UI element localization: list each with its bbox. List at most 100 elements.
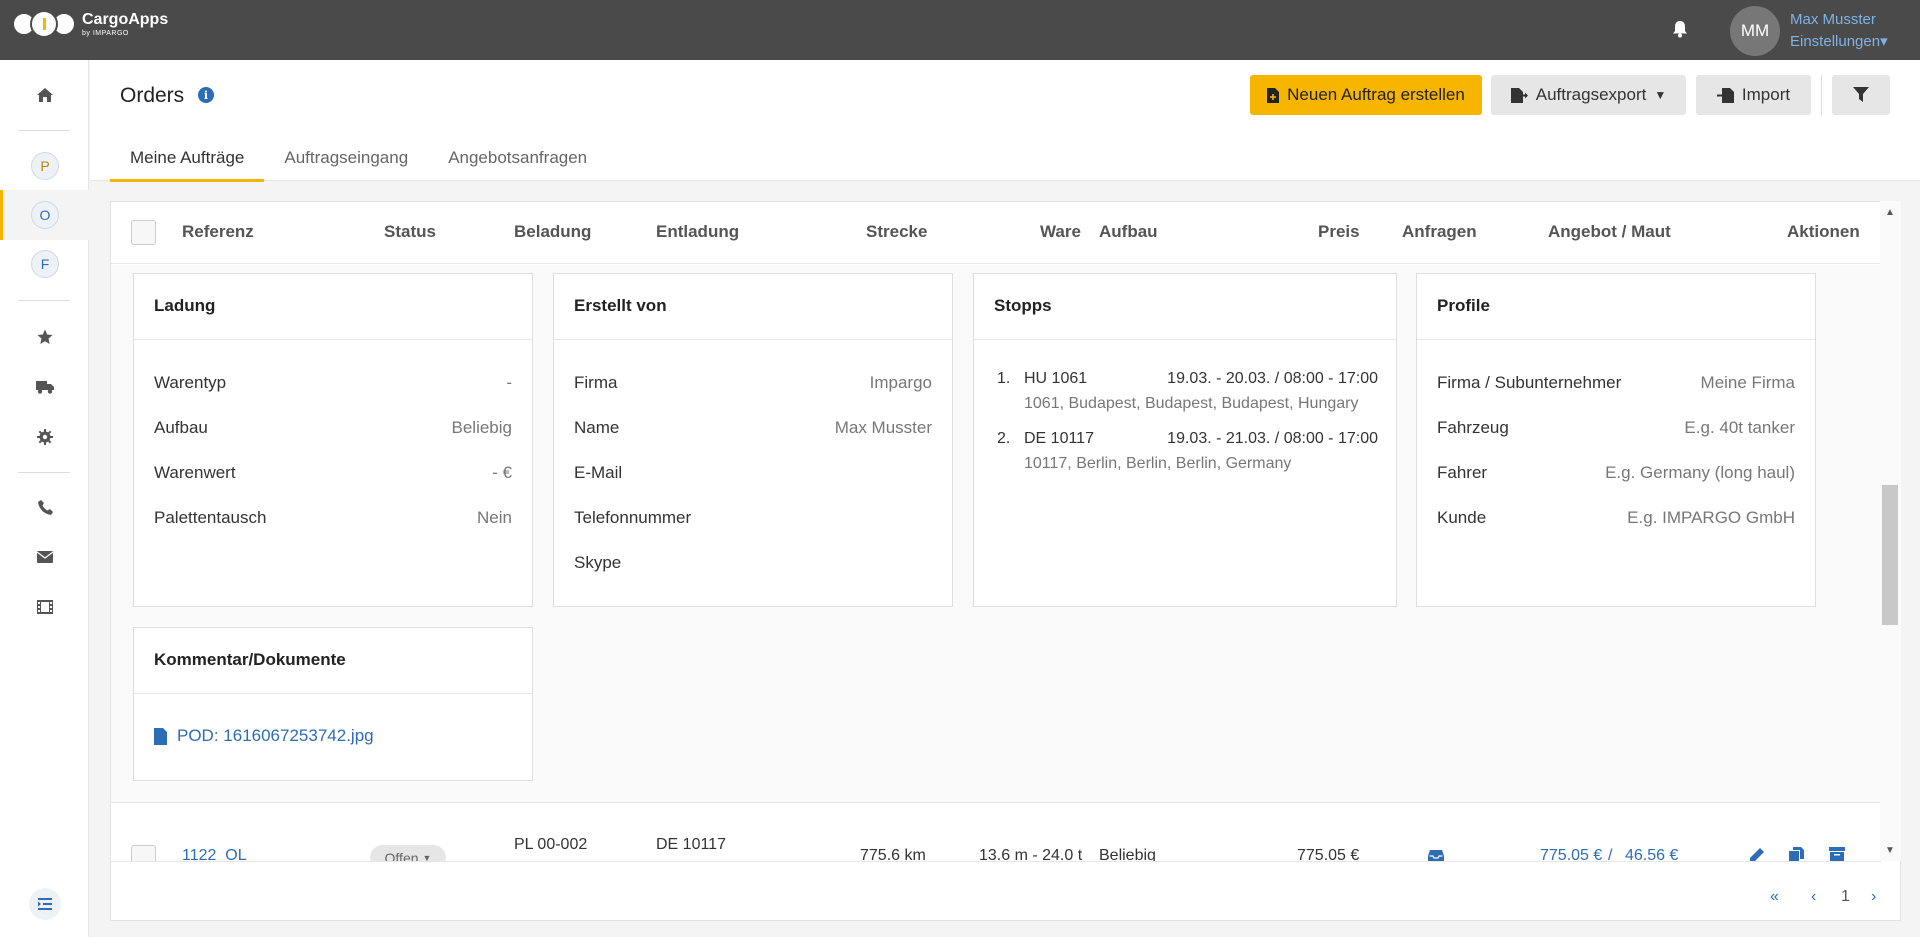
field-label: Skype [574,553,622,572]
collapse-sidebar-button[interactable] [29,888,61,920]
sidebar-item-f[interactable]: F [31,250,59,278]
sidebar-divider [18,300,70,301]
sidebar-item-o[interactable]: O [31,201,59,229]
select-all-checkbox[interactable] [131,220,156,245]
ladung-panel: Ladung Warentyp - Aufbau Beliebig Warenw… [133,273,533,607]
row-aufbau: Beliebig [1099,847,1156,862]
avatar[interactable]: MM [1730,6,1780,56]
column-header-preis[interactable]: Preis [1318,222,1360,242]
gear-icon[interactable] [36,428,54,446]
truck-icon[interactable] [36,378,54,396]
export-button[interactable]: Auftragsexport ▼ [1491,75,1686,115]
envelope-icon[interactable] [36,548,54,566]
film-icon[interactable] [36,598,54,616]
sidebar-item-p[interactable]: P [31,152,59,180]
phone-icon[interactable] [36,498,54,516]
panel-title: Kommentar/Dokumente [154,650,346,669]
field-value[interactable]: Meine Firma [1701,373,1795,393]
orders-table: Referenz Status Beladung Entladung Strec… [110,201,1901,921]
column-header-anfragen[interactable]: Anfragen [1402,222,1477,242]
column-header-angebot-maut[interactable]: Angebot / Maut [1548,222,1671,242]
app-name: CargoApps [82,10,169,28]
column-header-ware[interactable]: Ware [1040,222,1081,242]
field-label: Firma / Subunternehmer [1437,373,1622,392]
chevron-down-icon: ▼ [422,853,432,862]
field-value: Beliebig [451,418,513,437]
field-label: Telefonnummer [574,508,692,527]
info-icon[interactable]: i [198,87,214,103]
toolbar-divider [1821,75,1822,115]
caret-down-icon: ▾ [1880,33,1888,50]
edit-icon[interactable] [1749,847,1765,862]
status-dropdown[interactable]: Offen ▼ [370,845,446,862]
prev-page-button[interactable]: ‹ [1811,888,1816,906]
copy-icon[interactable] [1789,847,1804,862]
import-button[interactable]: Import [1696,75,1811,115]
document-name: POD: 1616067253742.jpg [177,726,374,745]
field-label: E-Mail [574,463,623,482]
filter-icon [1853,87,1869,102]
archive-icon[interactable] [1829,847,1845,862]
export-label: Auftragsexport [1535,85,1647,104]
row-beladung: PL 00-002 [514,836,588,853]
order-reference[interactable]: 1122_OL [182,847,247,861]
stop-time: 19.03. - 21.03. / 08:00 - 17:00 [1167,430,1378,447]
field-value: - € [492,463,512,482]
document-link[interactable]: POD: 1616067253742.jpg [154,726,374,746]
column-header-status[interactable]: Status [384,222,436,242]
chevron-down-icon: ▼ [1654,88,1667,102]
column-header-referenz[interactable]: Referenz [182,222,254,242]
field-label: Kunde [1437,508,1487,527]
inbox-icon[interactable] [1428,850,1444,862]
star-icon[interactable] [36,328,54,346]
field-value[interactable]: E.g. 40t tanker [1684,418,1795,438]
home-icon[interactable] [36,86,54,104]
filter-button[interactable] [1832,75,1890,115]
row-angebot[interactable]: 775.05 € [1540,847,1602,861]
field-value[interactable]: E.g. IMPARGO GmbH [1627,508,1795,528]
profile-panel: Profile Firma / Subunternehmer Meine Fir… [1416,273,1816,607]
tab-auftragseingang[interactable]: Auftragseingang [264,142,428,182]
tab-meine-auftraege[interactable]: Meine Aufträge [110,142,265,182]
first-page-button[interactable]: « [1770,888,1779,906]
file-import-icon [1716,87,1734,103]
row-checkbox[interactable] [131,845,156,861]
stop-number: 2. [997,430,1011,447]
scroll-down-arrow[interactable]: ▼ [1885,845,1895,856]
bell-icon[interactable] [1672,20,1688,38]
field-label: Fahrzeug [1437,418,1509,437]
field-label: Warentyp [154,373,227,392]
table-row[interactable]: 1122_OL Offen ▼ PL 00-002 DE 10117 775.6 … [111,804,1881,862]
import-label: Import [1741,85,1791,104]
scroll-up-arrow[interactable]: ▲ [1885,207,1895,218]
field-value: Max Musster [834,418,932,437]
panel-title: Erstellt von [574,296,667,315]
panel-title: Ladung [154,296,216,315]
row-maut[interactable]: 46.56 € [1625,847,1678,861]
scrollbar-thumb[interactable] [1882,485,1898,625]
top-bar: CargoApps by IMPARGO MM Max Musster Eins… [0,0,1920,60]
settings-dropdown[interactable]: Einstellungen▾ [1790,32,1888,50]
next-page-button[interactable]: › [1871,888,1876,906]
app-logo[interactable]: CargoApps by IMPARGO [12,10,168,38]
tab-angebotsanfragen[interactable]: Angebotsanfragen [428,142,607,182]
row-ware: 13.6 m - 24.0 t [979,847,1083,862]
column-header-beladung[interactable]: Beladung [514,222,591,242]
stop-code: HU 1061 [1024,370,1088,387]
user-name[interactable]: Max Musster [1790,11,1876,28]
new-order-button[interactable]: Neuen Auftrag erstellen [1250,75,1482,115]
field-value[interactable]: E.g. Germany (long haul) [1605,463,1795,483]
kommentar-panel: Kommentar/Dokumente POD: 1616067253742.j… [133,627,533,781]
panel-title: Profile [1437,296,1490,315]
file-export-icon [1510,87,1528,103]
column-header-entladung[interactable]: Entladung [656,222,739,242]
settings-label: Einstellungen [1790,33,1881,50]
column-header-aufbau[interactable]: Aufbau [1099,222,1158,242]
stop-number: 1. [997,370,1011,387]
file-plus-icon [1267,87,1280,103]
stop-time: 19.03. - 20.03. / 08:00 - 17:00 [1167,370,1378,387]
stop-code: DE 10117 [1024,430,1094,447]
field-value: - [506,373,512,392]
column-header-strecke[interactable]: Strecke [866,222,927,242]
page-header: Orders i Neuen Auftrag erstellen Auftrag… [90,60,1920,182]
